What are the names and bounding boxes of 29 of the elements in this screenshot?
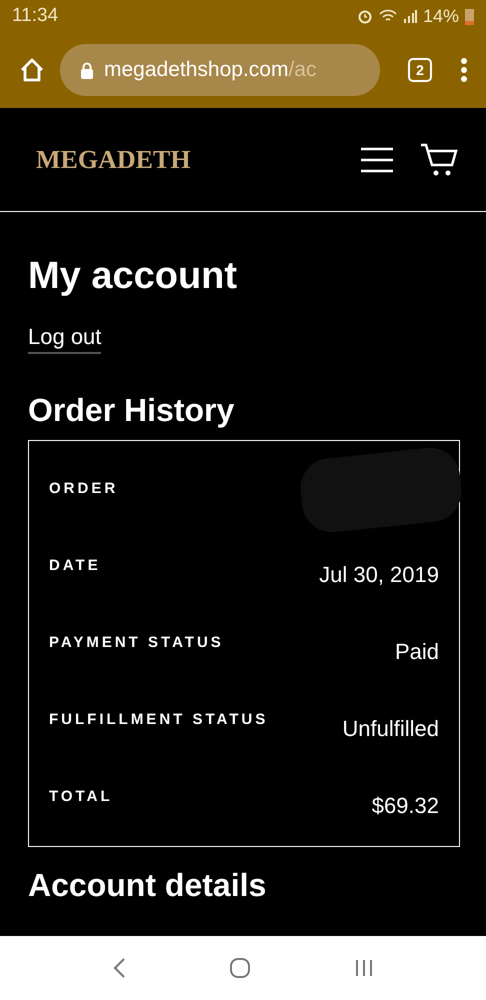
- signal-icon: [402, 9, 417, 23]
- alarm-icon: [356, 8, 373, 24]
- url-text: megadethshop.com/ac: [104, 57, 316, 84]
- section-heading: Order History: [28, 391, 236, 430]
- order-value: Jul 30, 2019: [319, 561, 439, 589]
- wifi-icon: [378, 9, 397, 23]
- clock-time: 11:34: [12, 4, 58, 28]
- logo[interactable]: MEGADETH: [36, 140, 191, 179]
- order-label: FULFILLMENT STATUS: [49, 710, 268, 730]
- order-label: DATE: [49, 556, 101, 576]
- battery-percent: 14%: [422, 4, 459, 28]
- order-value: Paid: [394, 638, 439, 666]
- recent-apps-icon[interactable]: [354, 958, 374, 978]
- page-title: My account: [28, 254, 238, 299]
- cart-icon[interactable]: [420, 142, 458, 176]
- order-value: Unfulfilled: [342, 715, 439, 743]
- order-label: PAYMENT STATUS: [49, 633, 224, 654]
- lock-icon: [80, 62, 94, 78]
- more-options-icon[interactable]: [460, 57, 468, 83]
- menu-icon[interactable]: [360, 146, 394, 172]
- section-heading: Account details: [28, 866, 268, 905]
- tab-count-button[interactable]: 2: [408, 58, 432, 82]
- order-label: TOTAL: [49, 787, 113, 808]
- order-label: ORDER: [49, 479, 118, 500]
- logout-link[interactable]: Log out: [28, 322, 102, 354]
- home-button-icon[interactable]: [228, 957, 251, 979]
- order-value: $69.32: [372, 792, 439, 820]
- battery-icon: [465, 7, 474, 25]
- back-icon[interactable]: [112, 957, 126, 979]
